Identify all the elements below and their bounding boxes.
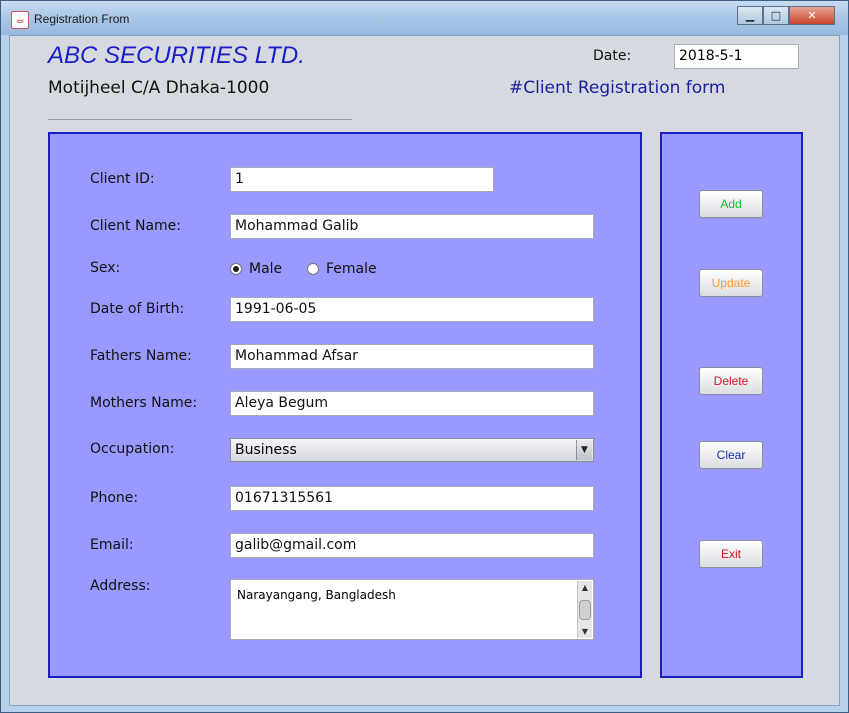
client-name-field[interactable]: Mohammad Galib	[230, 214, 594, 239]
client-area: ABC SECURITIES LTD. Motijheel C/A Dhaka-…	[9, 35, 840, 706]
mothers-name-field[interactable]: Aleya Begum	[230, 391, 594, 416]
java-app-icon: ☕	[11, 11, 29, 29]
chevron-down-icon[interactable]: ▼	[576, 440, 592, 460]
occupation-label: Occupation:	[90, 441, 175, 457]
company-address: Motijheel C/A Dhaka-1000	[48, 78, 270, 98]
fathers-name-field[interactable]: Mohammad Afsar	[230, 344, 594, 369]
dob-field[interactable]: 1991-06-05	[230, 297, 594, 322]
scroll-down-icon[interactable]: ▼	[578, 625, 592, 638]
sex-female-radio[interactable]: Female	[307, 261, 377, 277]
close-icon[interactable]: ✕	[789, 6, 835, 25]
maximize-icon[interactable]: □	[763, 6, 789, 25]
sex-male-label: Male	[249, 261, 283, 277]
address-textarea[interactable]: Narayangang, Bangladesh ▲ ▼	[230, 579, 594, 640]
exit-button[interactable]: Exit	[699, 540, 763, 568]
minimize-icon[interactable]: ▁	[737, 6, 763, 25]
date-field[interactable]: 2018-5-1	[674, 44, 799, 69]
form-panel: Client ID: 1 Client Name: Mohammad Galib…	[48, 132, 642, 678]
dob-label: Date of Birth:	[90, 301, 185, 317]
action-panel: Add Update Delete Clear Exit	[660, 132, 803, 678]
sex-male-radio[interactable]: Male	[230, 261, 282, 277]
mothers-name-label: Mothers Name:	[90, 395, 198, 411]
clear-button[interactable]: Clear	[699, 441, 763, 469]
fathers-name-label: Fathers Name:	[90, 348, 192, 364]
phone-label: Phone:	[90, 490, 139, 506]
occupation-value: Business	[235, 442, 297, 458]
address-value: Narayangang, Bangladesh	[237, 588, 396, 602]
delete-button[interactable]: Delete	[699, 367, 763, 395]
sex-female-label: Female	[326, 261, 377, 277]
email-label: Email:	[90, 537, 134, 553]
date-label: Date:	[593, 48, 632, 64]
client-id-field[interactable]: 1	[230, 167, 494, 192]
window-controls: ▁ □ ✕	[737, 6, 835, 26]
update-button[interactable]: Update	[699, 269, 763, 297]
company-name: ABC SECURITIES LTD.	[48, 42, 305, 69]
form-title: #Client Registration form	[509, 78, 726, 98]
add-button[interactable]: Add	[699, 190, 763, 218]
scroll-thumb[interactable]	[579, 600, 591, 620]
radio-selected-icon	[230, 263, 242, 275]
sex-label: Sex:	[90, 260, 121, 276]
client-name-label: Client Name:	[90, 218, 181, 234]
registration-window: ☕ Registration From ▁ □ ✕ ABC SECURITIES…	[0, 0, 849, 713]
email-field[interactable]: galib@gmail.com	[230, 533, 594, 558]
client-id-label: Client ID:	[90, 171, 155, 187]
divider	[48, 119, 352, 120]
radio-unselected-icon	[307, 263, 319, 275]
address-label: Address:	[90, 578, 151, 594]
title-bar[interactable]: ☕ Registration From ▁ □ ✕	[1, 1, 848, 35]
scroll-up-icon[interactable]: ▲	[578, 581, 592, 594]
address-scrollbar[interactable]: ▲ ▼	[577, 581, 592, 638]
phone-field[interactable]: 01671315561	[230, 486, 594, 511]
occupation-select[interactable]: Business ▼	[230, 438, 594, 462]
window-title: Registration From	[34, 12, 130, 26]
